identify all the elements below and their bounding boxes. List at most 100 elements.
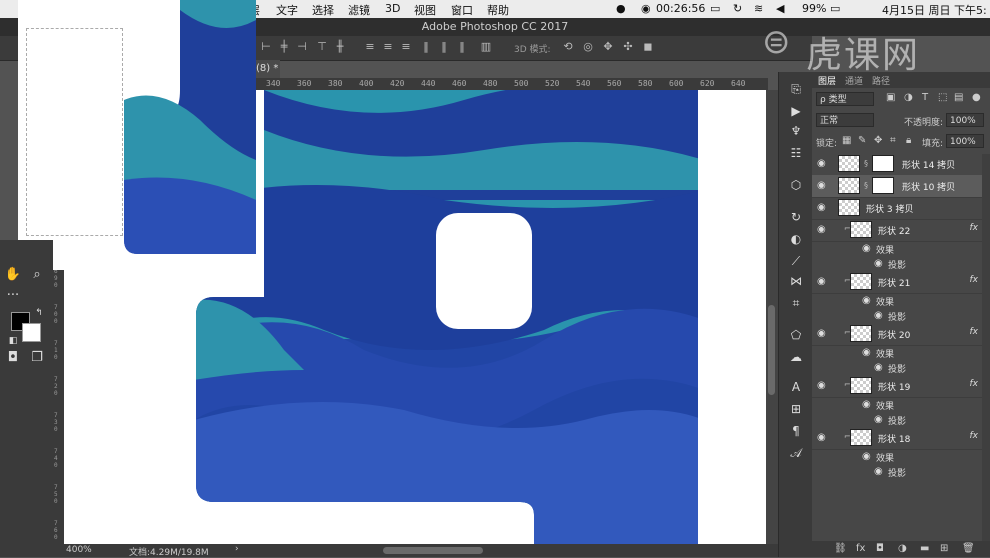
distribute-hcenter-icon[interactable]: ‖ xyxy=(438,41,450,53)
layer-name[interactable]: 形状 14 拷贝 xyxy=(902,158,955,171)
effects-eye-icon[interactable]: ◉ xyxy=(862,451,871,462)
zoom-level[interactable]: 400% xyxy=(66,545,92,555)
distribute-right-icon[interactable]: ‖ xyxy=(456,41,468,53)
visibility-eye-icon[interactable]: ◉ xyxy=(817,380,826,391)
lock-transparent-icon[interactable]: ▦ xyxy=(842,135,851,146)
filter-smart-icon[interactable]: ▤ xyxy=(954,92,963,103)
menu-3d[interactable]: 3D xyxy=(385,2,400,15)
layer-thumbnail[interactable] xyxy=(838,177,860,194)
layer-name[interactable]: 形状 19 xyxy=(878,380,910,393)
layer-row[interactable]: ◉ ⌐ 形状 22 fx xyxy=(812,219,982,242)
layer-mask-thumbnail[interactable] xyxy=(872,177,894,194)
effects-eye-icon[interactable]: ◉ xyxy=(862,243,871,254)
fill-input[interactable]: 100% xyxy=(946,134,984,148)
screen-mode-icon[interactable]: ❐ xyxy=(28,350,46,365)
color-icon[interactable]: ◐ xyxy=(788,232,804,246)
layer-row[interactable]: ◉ ⌐ 形状 19 fx xyxy=(812,375,982,398)
actions-play-icon[interactable]: ▶ xyxy=(788,104,804,118)
drop-shadow-eye-icon[interactable]: ◉ xyxy=(874,362,883,373)
align-left-icon[interactable]: ⊢ xyxy=(260,41,272,53)
auto-align-icon[interactable]: ▥ xyxy=(480,41,492,53)
layer-row[interactable]: ◉ ⌐ 形状 20 fx xyxy=(812,323,982,346)
effects-eye-icon[interactable]: ◉ xyxy=(862,399,871,410)
layer-thumbnail[interactable] xyxy=(850,325,872,342)
filter-type-icon[interactable]: T xyxy=(922,92,928,103)
distribute-vcenter-icon[interactable]: ≡ xyxy=(382,41,394,53)
add-mask-icon[interactable]: ◘ xyxy=(876,543,884,554)
layer-thumbnail[interactable] xyxy=(850,429,872,446)
effects-row[interactable]: ◉ 效果 xyxy=(812,241,982,256)
menu-filter[interactable]: 滤镜 xyxy=(348,2,370,18)
menu-type[interactable]: 文字 xyxy=(276,2,298,18)
fx-badge[interactable]: fx xyxy=(970,223,979,233)
battery-icon[interactable]: ▭ xyxy=(830,2,840,15)
character-styles-icon[interactable]: 𝒜 xyxy=(788,446,804,461)
status-menu-arrow-icon[interactable]: › xyxy=(235,544,239,554)
visibility-eye-icon[interactable]: ◉ xyxy=(817,432,826,443)
layer-thumbnail[interactable] xyxy=(850,377,872,394)
menu-view[interactable]: 视图 xyxy=(414,2,436,18)
3d-roll-icon[interactable]: ◎ xyxy=(582,41,594,53)
clock-date[interactable]: 4月15日 周日 下午5: xyxy=(882,2,987,18)
hand-tool-icon[interactable]: ✋ xyxy=(4,267,22,282)
3d-orbit-icon[interactable]: ⟲ xyxy=(562,41,574,53)
align-hcenter-icon[interactable]: ╪ xyxy=(278,41,290,53)
drop-shadow-row[interactable]: ◉ 投影 xyxy=(812,412,982,427)
drop-shadow-row[interactable]: ◉ 投影 xyxy=(812,256,982,271)
fx-badge[interactable]: fx xyxy=(970,275,979,285)
visibility-eye-icon[interactable]: ◉ xyxy=(817,328,826,339)
drop-shadow-row[interactable]: ◉ 投影 xyxy=(812,308,982,323)
3d-scale-icon[interactable]: ◼ xyxy=(642,41,654,53)
visibility-eye-icon[interactable]: ◉ xyxy=(817,180,826,191)
effects-row[interactable]: ◉ 效果 xyxy=(812,449,982,464)
drop-shadow-eye-icon[interactable]: ◉ xyxy=(874,310,883,321)
new-layer-icon[interactable]: ⊞ xyxy=(940,543,948,554)
fx-badge[interactable]: fx xyxy=(970,327,979,337)
filter-pixel-icon[interactable]: ▣ xyxy=(886,92,895,103)
new-adjustment-icon[interactable]: ◑ xyxy=(898,543,907,554)
horizontal-scroll-thumb[interactable] xyxy=(383,547,483,554)
distribute-top-icon[interactable]: ≡ xyxy=(364,41,376,53)
sync-icon[interactable]: ↻ xyxy=(733,2,742,15)
display-icon[interactable]: ▭ xyxy=(710,2,720,15)
wifi-icon[interactable]: ≋ xyxy=(754,2,763,15)
visibility-eye-icon[interactable]: ◉ xyxy=(817,276,826,287)
align-vcenter-icon[interactable]: ╫ xyxy=(334,41,346,53)
blend-mode-select[interactable]: 正常 xyxy=(816,113,874,127)
effects-eye-icon[interactable]: ◉ xyxy=(862,295,871,306)
filter-shape-icon[interactable]: ⬚ xyxy=(938,92,947,103)
libraries-icon[interactable]: ☁ xyxy=(788,350,804,364)
layer-row[interactable]: ◉ 形状 3 拷贝 xyxy=(812,197,982,220)
effects-eye-icon[interactable]: ◉ xyxy=(862,347,871,358)
layer-name[interactable]: 形状 20 xyxy=(878,328,910,341)
glyphs-icon[interactable]: ⊞ xyxy=(788,402,804,416)
curves-icon[interactable]: ⟋ xyxy=(788,254,804,269)
layer-mask-thumbnail[interactable] xyxy=(872,155,894,172)
effects-row[interactable]: ◉ 效果 xyxy=(812,397,982,412)
layer-name[interactable]: 形状 3 拷贝 xyxy=(866,202,913,215)
swap-colors-icon[interactable]: ↰ xyxy=(30,308,48,318)
visibility-eye-icon[interactable]: ◉ xyxy=(817,202,826,213)
volume-icon[interactable]: ◀ xyxy=(776,2,784,15)
drop-shadow-eye-icon[interactable]: ◉ xyxy=(874,414,883,425)
visibility-eye-icon[interactable]: ◉ xyxy=(817,224,826,235)
layer-row[interactable]: ◉ ⌐ 形状 21 fx xyxy=(812,271,982,294)
layer-thumbnail[interactable] xyxy=(838,155,860,172)
layer-name[interactable]: 形状 18 xyxy=(878,432,910,445)
layer-name[interactable]: 形状 10 拷贝 xyxy=(902,180,955,193)
distribute-bottom-icon[interactable]: ≡ xyxy=(400,41,412,53)
layer-row[interactable]: ◉ ⌐ 形状 18 fx xyxy=(812,427,982,450)
drop-shadow-eye-icon[interactable]: ◉ xyxy=(874,258,883,269)
rotate-icon[interactable]: ↻ xyxy=(788,210,804,224)
lock-artboard-icon[interactable]: ⌗ xyxy=(890,135,896,146)
add-style-icon[interactable]: fx xyxy=(856,543,865,554)
delete-layer-icon[interactable]: 🗑︎ xyxy=(962,543,975,554)
crop-icon[interactable]: ⌗ xyxy=(788,296,804,311)
character-icon[interactable]: A xyxy=(788,380,804,394)
drop-shadow-row[interactable]: ◉ 投影 xyxy=(812,360,982,375)
align-right-icon[interactable]: ⊣ xyxy=(296,41,308,53)
opacity-input[interactable]: 100% xyxy=(946,113,984,127)
transform-icon[interactable]: ⋈ xyxy=(788,274,804,288)
filter-toggle-icon[interactable]: ● xyxy=(972,92,981,103)
background-color-swatch[interactable] xyxy=(22,323,41,342)
